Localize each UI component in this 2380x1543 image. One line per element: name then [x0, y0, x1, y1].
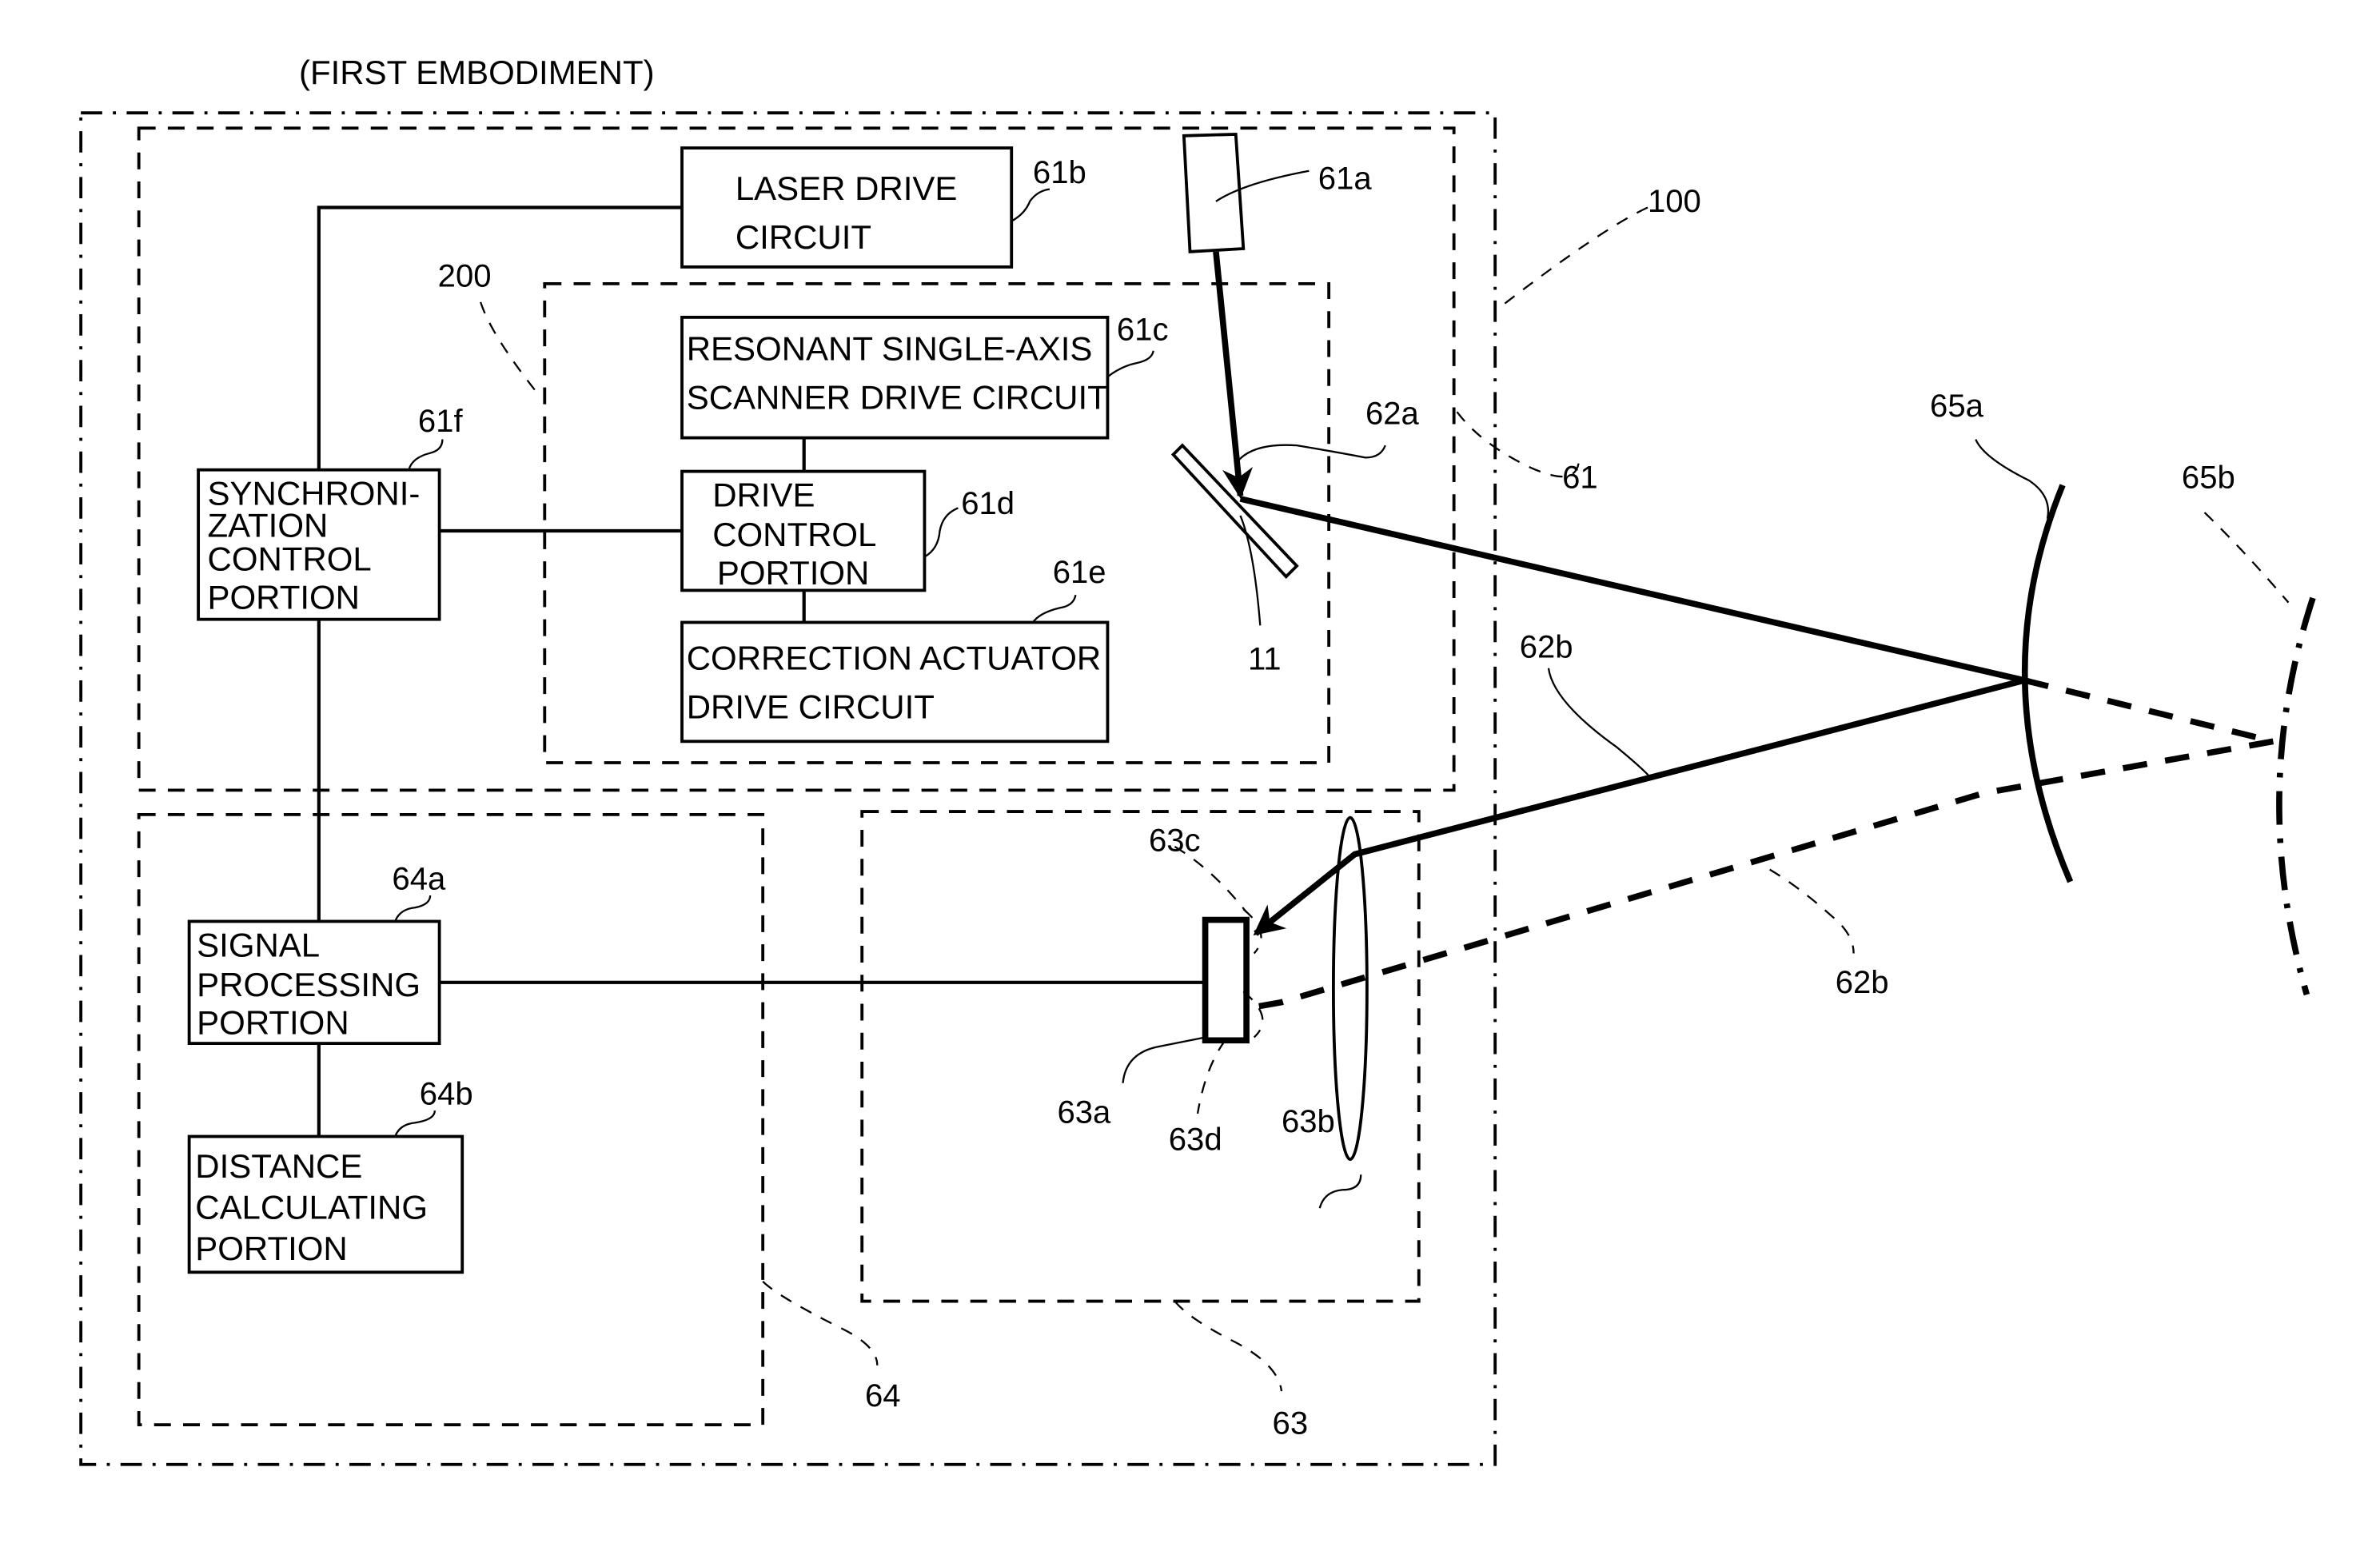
- leader-62b-bottom: [1769, 868, 1855, 954]
- leader-64a: [394, 895, 432, 922]
- laser-drive-line-1: LASER DRIVE: [736, 169, 958, 207]
- sync-line-2: ZATION: [208, 507, 329, 544]
- distance-calculating-block: DISTANCE CALCULATING PORTION: [187, 1134, 464, 1274]
- leader-61b: [1011, 188, 1050, 222]
- ref-61b: 61b: [1033, 155, 1086, 190]
- ref-61d: 61d: [961, 486, 1015, 521]
- ref-61f: 61f: [418, 404, 464, 439]
- synchronization-control-block: SYNCHRONI- ZATION CONTROL PORTION: [197, 468, 441, 621]
- figure-title: (FIRST EMBODIMENT): [299, 54, 655, 91]
- correction-actuator-line-2: DRIVE CIRCUIT: [687, 688, 935, 726]
- correction-actuator-drive-block: CORRECTION ACTUATOR DRIVE CIRCUIT: [680, 620, 1110, 744]
- sync-line-4: PORTION: [208, 578, 360, 616]
- projected-beam: [1239, 496, 2026, 684]
- leader-63b: [1318, 1174, 1362, 1209]
- ref-61c: 61c: [1117, 312, 1169, 347]
- laser-source-61a: [1182, 132, 1246, 253]
- ref-64: 64: [865, 1378, 901, 1413]
- leader-63: [1174, 1300, 1283, 1392]
- signal-line-2: PROCESSING: [197, 966, 421, 1003]
- leader-64: [762, 1280, 879, 1366]
- scanner-drive-line-2: SCANNER DRIVE CIRCUIT: [687, 378, 1108, 416]
- return-beam-62b-dashed: [1254, 738, 2274, 1011]
- drive-control-line-2: CONTROL: [712, 516, 876, 553]
- ref-65b: 65b: [2182, 461, 2235, 496]
- scanner-drive-circuit-block: RESONANT SINGLE-AXIS SCANNER DRIVE CIRCU…: [680, 315, 1110, 440]
- ref-200: 200: [438, 259, 492, 294]
- leader-63a: [1122, 1036, 1206, 1083]
- drive-control-line-3: PORTION: [717, 554, 869, 592]
- ref-63c: 63c: [1149, 823, 1201, 859]
- ref-64b: 64b: [420, 1076, 473, 1111]
- ref-11: 11: [1248, 642, 1282, 677]
- leader-65b: [2203, 512, 2290, 604]
- signal-processing-block: SIGNAL PROCESSING PORTION: [187, 919, 441, 1046]
- leader-61c: [1106, 350, 1154, 378]
- virtual-beam-to-65b: [2023, 677, 2274, 745]
- ref-63: 63: [1273, 1406, 1309, 1441]
- leader-63d: [1196, 1039, 1226, 1114]
- ref-100: 100: [1648, 184, 1701, 219]
- ref-63a: 63a: [1057, 1094, 1111, 1130]
- leader-61e: [1032, 594, 1077, 624]
- leader-65a: [1975, 439, 2050, 519]
- ref-61e: 61e: [1053, 555, 1106, 590]
- ref-63d: 63d: [1169, 1122, 1222, 1158]
- distance-line-2: CALCULATING: [195, 1189, 428, 1226]
- ref-61a: 61a: [1318, 161, 1373, 197]
- leader-62a: [1234, 444, 1386, 464]
- leader-200: [480, 301, 541, 397]
- lens-63b: [1331, 815, 1369, 1162]
- sync-line-3: CONTROL: [208, 540, 372, 578]
- wire-laser-to-sync: [317, 205, 683, 470]
- scanner-drive-line-1: RESONANT SINGLE-AXIS: [687, 329, 1093, 367]
- leader-64b: [394, 1110, 437, 1137]
- ref-64a: 64a: [392, 861, 446, 896]
- distance-line-1: DISTANCE: [195, 1147, 362, 1185]
- ref-62b-bottom: 62b: [1836, 965, 1889, 1000]
- ref-65a: 65a: [1930, 389, 1984, 424]
- leader-61d: [923, 507, 959, 558]
- photodetector-63a: [1202, 916, 1250, 1044]
- leader-100: [1502, 206, 1648, 306]
- distance-line-3: PORTION: [195, 1230, 347, 1267]
- leader-61: [1456, 411, 1581, 478]
- drive-control-portion-block: DRIVE CONTROL PORTION: [680, 469, 927, 592]
- correction-actuator-line-1: CORRECTION ACTUATOR: [687, 640, 1101, 677]
- leader-61f: [408, 439, 444, 471]
- ref-61: 61: [1562, 461, 1598, 496]
- leader-62b-top: [1547, 668, 1652, 779]
- ref-62b-top: 62b: [1520, 629, 1573, 664]
- incident-beam-62a: [1213, 251, 1254, 499]
- laser-drive-line-2: CIRCUIT: [736, 218, 871, 256]
- drive-control-line-1: DRIVE: [712, 476, 815, 513]
- processing-unit-64: [137, 812, 765, 1427]
- ref-63b: 63b: [1282, 1104, 1335, 1139]
- signal-line-1: SIGNAL: [197, 926, 320, 963]
- signal-line-3: PORTION: [197, 1004, 349, 1042]
- screen-65b: [2276, 596, 2316, 996]
- laser-drive-circuit-block: LASER DRIVE CIRCUIT: [680, 146, 1014, 269]
- ref-62a: 62a: [1365, 396, 1420, 431]
- first-embodiment-diagram: (FIRST EMBODIMENT) LASER DRIVE CIRCUIT R…: [79, 54, 2316, 1466]
